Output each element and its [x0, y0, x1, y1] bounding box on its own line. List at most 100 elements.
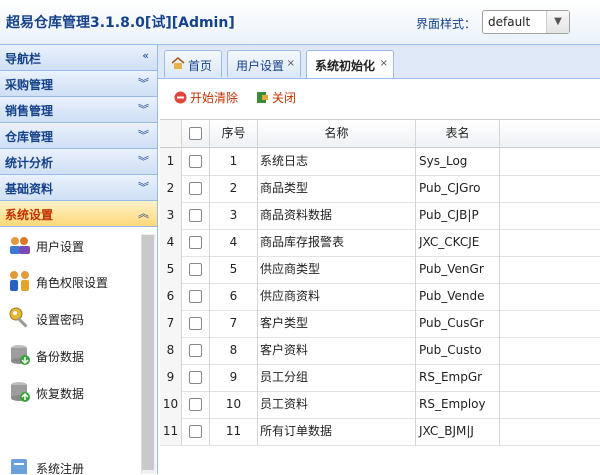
database-backup-icon — [11, 345, 30, 365]
chevron-down-icon[interactable]: ▼ — [546, 11, 569, 33]
row-checkbox[interactable] — [189, 155, 202, 168]
row-number: 3 — [160, 202, 182, 229]
sidebar-item-label: 角色权限设置 — [36, 276, 109, 290]
cell-table: Pub_VenGr — [416, 256, 500, 283]
sidebar-section-basic-data[interactable]: 基础资料 ︾ — [0, 175, 157, 201]
cell-name: 员工资料 — [258, 391, 416, 418]
cell-name: 商品资料数据 — [258, 202, 416, 229]
row-number: 11 — [160, 418, 182, 445]
theme-select-value: default — [488, 15, 531, 29]
sidebar-item-user-settings[interactable]: 用户设置 — [8, 233, 143, 263]
cell-no: 6 — [210, 283, 258, 310]
sidebar-section-label: 统计分析 — [5, 156, 54, 170]
cell-no: 1 — [210, 148, 258, 175]
sidebar-item-label: 设置密码 — [36, 313, 85, 327]
sidebar-scrollbar-thumb[interactable] — [142, 235, 154, 470]
cell-no: 11 — [210, 418, 258, 445]
double-chevron-up-icon: ︽ — [138, 207, 149, 220]
table-row[interactable]: 10 10 员工资料 RS_Employ — [160, 391, 600, 419]
sidebar-item-label: 用户设置 — [36, 240, 85, 254]
double-chevron-down-icon: ︾ — [138, 129, 149, 142]
sidebar-section-label: 销售管理 — [5, 104, 54, 118]
main-panel: 首页 用户设置 × 系统初始化 × 开始清除 关闭 序号 名称 表名 1 1 系… — [158, 45, 600, 474]
close-icon[interactable]: × — [287, 58, 295, 69]
row-checkbox[interactable] — [189, 371, 202, 384]
users-icon — [10, 237, 30, 254]
close-button[interactable]: 关闭 — [256, 89, 306, 107]
table-row[interactable]: 2 2 商品类型 Pub_CJGro — [160, 175, 600, 203]
row-checkbox[interactable] — [189, 317, 202, 330]
close-icon[interactable]: × — [380, 58, 388, 69]
sidebar-item-system-register[interactable]: 系统注册 — [8, 455, 143, 474]
sidebar-item-backup-data[interactable]: 备份数据 — [8, 343, 143, 373]
start-clear-label: 开始清除 — [190, 91, 239, 105]
tab-home[interactable]: 首页 — [164, 50, 222, 77]
sidebar-item-restore-data[interactable]: 恢复数据 — [8, 380, 143, 410]
row-number: 10 — [160, 391, 182, 418]
column-header-name[interactable]: 名称 — [258, 120, 416, 147]
cell-name: 供应商类型 — [258, 256, 416, 283]
row-number: 8 — [160, 337, 182, 364]
cell-table: Pub_Vende — [416, 283, 500, 310]
tab-user-settings[interactable]: 用户设置 × — [227, 50, 301, 77]
close-label: 关闭 — [272, 91, 297, 105]
cell-table: RS_Employ — [416, 391, 500, 418]
database-restore-icon — [11, 382, 30, 402]
sidebar-section-label: 采购管理 — [5, 78, 54, 92]
table-row[interactable]: 5 5 供应商类型 Pub_VenGr — [160, 256, 600, 284]
cell-name: 系统日志 — [258, 148, 416, 175]
table-row[interactable]: 3 3 商品资料数据 Pub_CJB|P — [160, 202, 600, 230]
sidebar-section-purchase[interactable]: 采购管理 ︾ — [0, 71, 157, 97]
row-checkbox[interactable] — [189, 263, 202, 276]
sidebar-item-role-permission[interactable]: 角色权限设置 — [8, 269, 143, 299]
row-checkbox[interactable] — [189, 236, 202, 249]
row-checkbox[interactable] — [189, 398, 202, 411]
sidebar-section-warehouse[interactable]: 仓库管理 ︾ — [0, 123, 157, 149]
double-chevron-down-icon: ︾ — [138, 77, 149, 90]
tab-label: 系统初始化 — [315, 59, 376, 73]
app-header: 超易仓库管理3.1.8.0[试][Admin] 界面样式： default ▼ — [0, 0, 600, 45]
sidebar-section-label: 系统设置 — [5, 208, 54, 222]
sidebar-item-set-password[interactable]: 设置密码 — [8, 306, 143, 336]
cell-no: 10 — [210, 391, 258, 418]
cell-name: 客户资料 — [258, 337, 416, 364]
row-checkbox[interactable] — [189, 344, 202, 357]
cell-no: 2 — [210, 175, 258, 202]
sidebar-section-sales[interactable]: 销售管理 ︾ — [0, 97, 157, 123]
column-header-no[interactable]: 序号 — [210, 120, 258, 147]
exit-icon — [257, 92, 268, 103]
sidebar-section-statistics[interactable]: 统计分析 ︾ — [0, 149, 157, 175]
row-checkbox[interactable] — [189, 425, 202, 438]
double-chevron-left-icon[interactable]: « — [142, 49, 149, 62]
table-row[interactable]: 9 9 员工分组 RS_EmpGr — [160, 364, 600, 392]
column-header-table[interactable]: 表名 — [416, 120, 500, 147]
cell-filler — [500, 256, 600, 283]
sidebar-section-system-settings[interactable]: 系统设置 ︽ — [0, 201, 157, 227]
sidebar-section-label: 基础资料 — [5, 182, 54, 196]
sidebar-title-label: 导航栏 — [5, 52, 42, 66]
row-number: 4 — [160, 229, 182, 256]
table-row[interactable]: 7 7 客户类型 Pub_CusGr — [160, 310, 600, 338]
table-row[interactable]: 8 8 客户资料 Pub_Custo — [160, 337, 600, 365]
row-checkbox[interactable] — [189, 209, 202, 222]
register-icon — [11, 459, 27, 474]
tab-bar: 首页 用户设置 × 系统初始化 × — [158, 45, 600, 79]
row-checkbox[interactable] — [189, 290, 202, 303]
cell-table: Pub_CJGro — [416, 175, 500, 202]
sidebar-title[interactable]: 导航栏 « — [0, 45, 157, 71]
table-row[interactable]: 11 11 所有订单数据 JXC_BJM|J — [160, 418, 600, 446]
table-row[interactable]: 6 6 供应商资料 Pub_Vende — [160, 283, 600, 311]
select-all-checkbox[interactable] — [189, 127, 202, 140]
table-row[interactable]: 4 4 商品库存报警表 JXC_CKCJE — [160, 229, 600, 257]
double-chevron-down-icon: ︾ — [138, 103, 149, 116]
start-clear-button[interactable]: 开始清除 — [174, 89, 248, 107]
cell-name: 供应商资料 — [258, 283, 416, 310]
row-checkbox[interactable] — [189, 182, 202, 195]
grid-header: 序号 名称 表名 — [160, 120, 600, 148]
row-number: 5 — [160, 256, 182, 283]
header-checkbox[interactable] — [182, 120, 210, 147]
theme-select[interactable]: default ▼ — [482, 10, 570, 34]
tab-system-init[interactable]: 系统初始化 × — [306, 50, 394, 78]
row-number: 7 — [160, 310, 182, 337]
table-row[interactable]: 1 1 系统日志 Sys_Log — [160, 148, 600, 176]
